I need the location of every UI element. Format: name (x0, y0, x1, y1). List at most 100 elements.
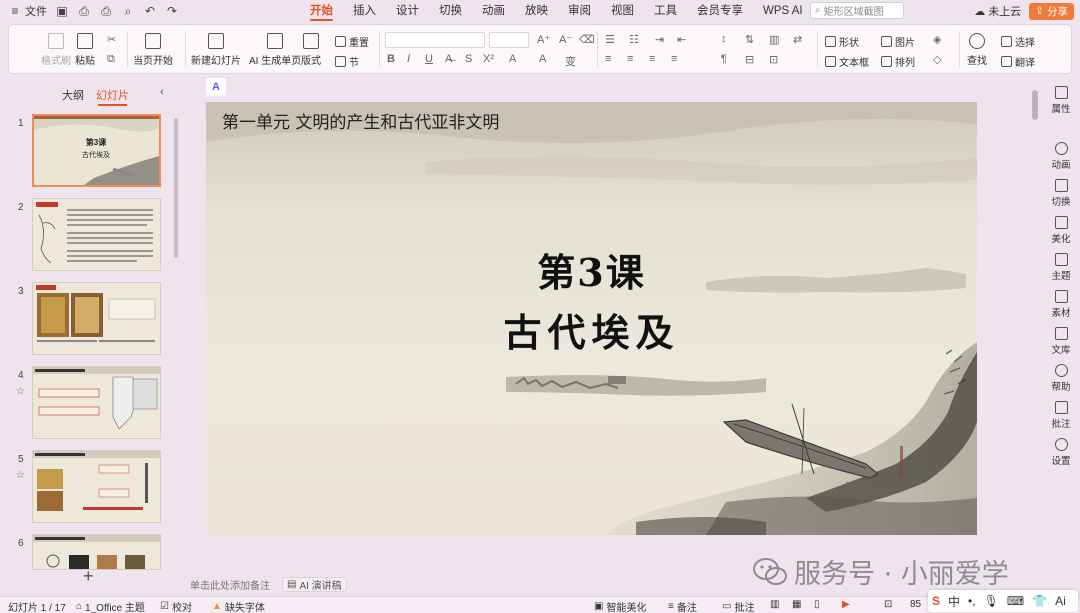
sidebar-item-library[interactable]: 文库 (1042, 327, 1080, 356)
sidebar-item-theme[interactable]: 主题 (1042, 253, 1080, 282)
shape-button[interactable]: 形状 (825, 34, 859, 49)
comments-toggle[interactable]: ▭ 批注 (722, 599, 754, 613)
ai-lecture-button[interactable]: ▤ AI 演讲稿 (282, 576, 347, 592)
skin-icon[interactable]: 👕 (1032, 594, 1047, 608)
font-color-icon[interactable]: A (509, 53, 516, 65)
missing-font-button[interactable]: ▲ 缺失字体 (212, 599, 265, 613)
share-button[interactable]: ⇪ 分享 (1029, 2, 1074, 20)
undo-icon[interactable]: ↶ (143, 4, 157, 18)
keyboard-icon[interactable]: ⌨ (1007, 594, 1024, 608)
textbox-fit-icon[interactable]: ⊡ (769, 53, 778, 66)
print-icon[interactable]: ⎙ (99, 4, 113, 18)
outline-icon[interactable]: ◇ (933, 53, 941, 66)
cut-icon[interactable]: ✂ (107, 33, 116, 46)
tab-transition[interactable]: 切换 (429, 0, 472, 22)
notes-toggle[interactable]: ≡ 备注 (668, 599, 697, 613)
slide-thumb-row[interactable]: 2 (0, 198, 170, 274)
tab-view[interactable]: 视图 (601, 0, 644, 22)
sidebar-item-animation[interactable]: 动画 (1042, 142, 1080, 171)
char-spacing-icon[interactable]: 变 (565, 53, 576, 69)
play-slideshow-icon[interactable]: ▶ (842, 599, 850, 610)
fill-icon[interactable]: ◈ (933, 33, 941, 46)
search-input[interactable]: ⌕ 矩形区域截图 (810, 2, 904, 19)
outdent-icon[interactable]: ⇤ (677, 33, 686, 46)
tab-slideshow[interactable]: 放映 (515, 0, 558, 22)
slide-thumb-row[interactable]: 1 第3课 古代埃及 (0, 114, 170, 190)
preview-icon[interactable]: ⌕ (121, 4, 135, 18)
normal-view-icon[interactable]: ▥ (770, 599, 779, 610)
sidebar-item-transition[interactable]: 切换 (1042, 179, 1080, 208)
bold-icon[interactable]: B (387, 53, 395, 65)
slide-thumb-row[interactable]: 5 ☆ (0, 450, 170, 526)
reset-button[interactable]: 重置 (335, 34, 369, 49)
theme-indicator[interactable]: ⌂ 1_Office 主题 (76, 599, 145, 613)
sidebar-item-help[interactable]: 帮助 (1042, 364, 1080, 393)
save-icon[interactable]: ▣ (55, 4, 69, 18)
add-slide-button[interactable]: + (83, 566, 94, 587)
redo-icon[interactable]: ↷ (165, 4, 179, 18)
section-button[interactable]: 节 (335, 54, 359, 69)
translate-button[interactable]: 翻译 (1001, 54, 1035, 69)
convert-icon[interactable]: ⇄ (793, 33, 802, 46)
slide-thumbnail[interactable] (32, 366, 161, 439)
format-painter-button[interactable]: 格式刷 (41, 33, 71, 67)
microphone-icon[interactable]: 🎙 (984, 594, 999, 608)
ai-single-page-button[interactable]: AI 生成单页 (249, 33, 301, 67)
notes-placeholder[interactable]: 单击此处添加备注 (190, 577, 270, 592)
tab-tools[interactable]: 工具 (644, 0, 687, 22)
sidebar-item-settings[interactable]: 设置 (1042, 438, 1080, 467)
paragraph-icon[interactable]: ¶ (721, 53, 727, 65)
ime-language[interactable]: 中 (948, 593, 960, 610)
highlight-icon[interactable]: A (539, 53, 546, 65)
italic-icon[interactable]: I (407, 53, 410, 65)
tab-wps-ai[interactable]: WPS AI (753, 0, 813, 22)
reading-view-icon[interactable]: ▯ (814, 599, 820, 610)
textbox-button[interactable]: 文本框 (825, 54, 869, 69)
play-from-current-button[interactable]: 当页开始 (133, 33, 173, 67)
decrease-font-icon[interactable]: A⁻ (559, 33, 572, 46)
font-family-select[interactable] (385, 32, 485, 48)
slide-canvas[interactable]: 第一单元 文明的产生和古代亚非文明 第3课 古代埃及 (206, 102, 977, 535)
new-slide-button[interactable]: 新建幻灯片 (191, 33, 241, 67)
slide-thumbnail[interactable] (32, 534, 161, 570)
layout-button[interactable]: 版式 (301, 33, 321, 67)
indent-icon[interactable]: ⇥ (655, 33, 664, 46)
align-right-icon[interactable]: ≡ (649, 53, 655, 65)
star-icon[interactable]: ☆ (16, 470, 25, 481)
shadow-icon[interactable]: S (465, 53, 472, 65)
clear-format-icon[interactable]: ⌫ (579, 33, 595, 46)
find-button[interactable]: 查找 (967, 33, 987, 67)
zoom-level[interactable]: 85 (910, 599, 921, 610)
line-spacing-icon[interactable]: ↕ (721, 33, 727, 45)
sidebar-item-properties[interactable]: 属性 (1042, 86, 1080, 115)
punctuation-icon[interactable]: •, (968, 594, 976, 608)
tab-review[interactable]: 审阅 (558, 0, 601, 22)
columns-icon[interactable]: ▥ (769, 33, 779, 46)
canvas-scrollbar[interactable] (1032, 90, 1038, 120)
copy-icon[interactable]: ⧉ (107, 53, 115, 66)
align-left-icon[interactable]: ≡ (605, 53, 611, 65)
numbered-list-icon[interactable]: ☷ (629, 33, 639, 46)
sidebar-item-beautify[interactable]: 美化 (1042, 216, 1080, 245)
justify-icon[interactable]: ≡ (671, 53, 677, 65)
tab-slides[interactable]: 幻灯片 (96, 87, 129, 106)
slide-thumbnail[interactable]: 第3课 古代埃及 (32, 114, 161, 187)
underline-icon[interactable]: U (425, 53, 433, 65)
superscript-icon[interactable]: X² (483, 53, 494, 65)
tab-animation[interactable]: 动画 (472, 0, 515, 22)
star-icon[interactable]: ☆ (16, 386, 25, 397)
tab-home[interactable]: 开始 (300, 0, 343, 22)
slide-thumbnail[interactable] (32, 282, 161, 355)
tab-outline[interactable]: 大纲 (62, 87, 84, 103)
text-direction-icon[interactable]: ⇅ (745, 33, 754, 46)
sidebar-item-material[interactable]: 素材 (1042, 290, 1080, 319)
wps-ai-icon[interactable]: A (206, 78, 226, 96)
sorter-view-icon[interactable]: ▦ (792, 599, 801, 610)
tab-design[interactable]: 设计 (386, 0, 429, 22)
bullet-list-icon[interactable]: ☰ (605, 33, 615, 46)
align-center-icon[interactable]: ≡ (627, 53, 633, 65)
tab-insert[interactable]: 插入 (343, 0, 386, 22)
picture-button[interactable]: 图片 (881, 34, 915, 49)
slide-thumb-row[interactable]: 3 (0, 282, 170, 358)
vertical-align-icon[interactable]: ⊟ (745, 53, 754, 66)
